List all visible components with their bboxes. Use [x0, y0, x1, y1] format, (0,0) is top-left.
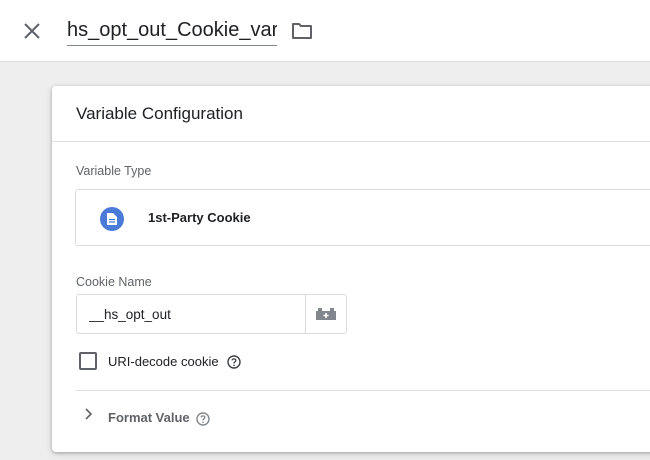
cookie-name-label: Cookie Name — [76, 275, 152, 289]
help-icon[interactable] — [227, 355, 241, 369]
format-value-toggle[interactable]: Format Value — [108, 410, 190, 425]
card-header: Variable Configuration — [52, 86, 650, 142]
cookie-name-input[interactable] — [76, 294, 306, 334]
document-icon — [100, 207, 124, 231]
top-bar — [0, 0, 650, 62]
uri-decode-label: URI-decode cookie — [108, 354, 219, 369]
variable-picker-icon[interactable] — [305, 294, 347, 334]
close-icon[interactable] — [18, 17, 46, 45]
help-icon[interactable] — [196, 412, 210, 426]
variable-type-name: 1st-Party Cookie — [148, 210, 251, 225]
variable-configuration-card: Variable Configuration Variable Type 1st… — [52, 86, 650, 452]
folder-icon[interactable] — [289, 18, 315, 44]
divider — [76, 390, 650, 391]
variable-type-label: Variable Type — [76, 164, 152, 178]
variable-name-input[interactable] — [67, 16, 277, 46]
card-title: Variable Configuration — [76, 103, 243, 123]
chevron-right-icon[interactable] — [81, 407, 95, 421]
uri-decode-checkbox[interactable] — [79, 352, 97, 370]
variable-type-selector[interactable]: 1st-Party Cookie — [75, 189, 650, 246]
